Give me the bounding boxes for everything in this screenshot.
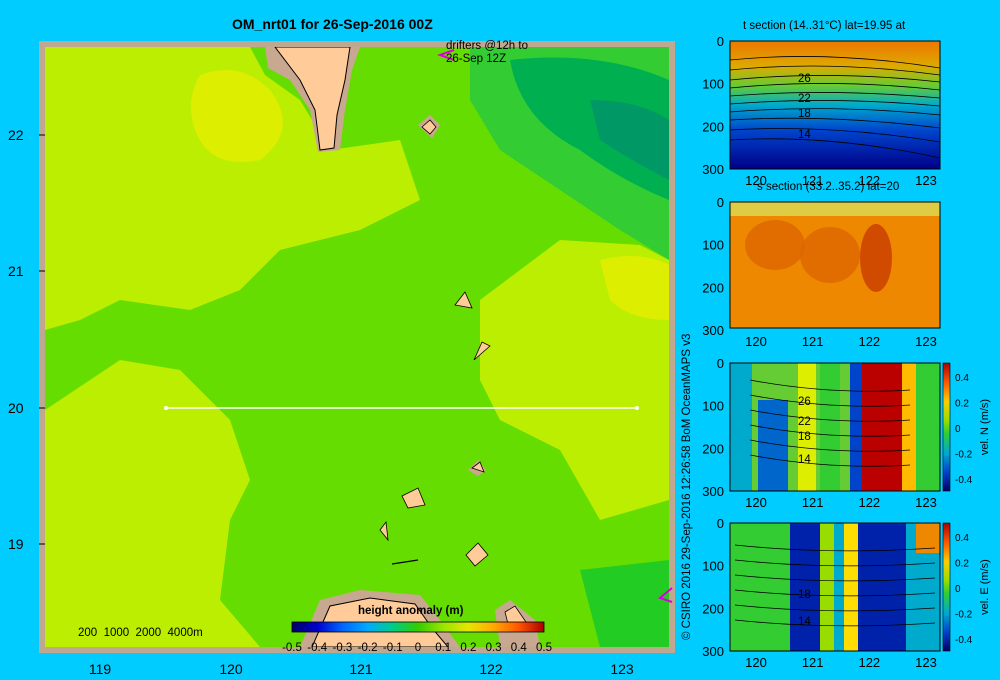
lat-tick-label: 22 (8, 127, 24, 143)
lon-tick-label: 121 (802, 173, 824, 188)
depth-tick-label: 100 (702, 77, 724, 92)
vel-colorbar-tick-label: 0 (955, 424, 961, 435)
depth-tick-label: 0 (717, 195, 724, 210)
contour-label: 18 (798, 431, 811, 443)
t-section-panel: 26 22 18 14 (729, 40, 941, 170)
map-figure: 22 21 20 19 119 120 121 122 123 200 1000… (8, 41, 675, 677)
colorbar-tick-label: -0.4 (307, 642, 327, 654)
lon-tick-label: 122 (858, 655, 880, 670)
lon-tick-label: 120 (745, 173, 767, 188)
depth-legend: 200 1000 2000 4000m (78, 627, 203, 639)
colorbar-tick-label: -0.3 (332, 642, 352, 654)
vel-colorbar-tick-label: 0.4 (955, 533, 969, 544)
vel-n-colorbar (942, 362, 951, 492)
drifters-note: drifters @12h to 26-Sep 12Z (446, 40, 556, 66)
contour-label: 26 (798, 396, 811, 408)
vel-colorbar-tick-label: -0.4 (955, 635, 973, 646)
lon-tick-label: 119 (89, 661, 112, 677)
vel-colorbar-label: vel. N (m/s) (979, 399, 991, 455)
contour-label: 14 (798, 454, 811, 466)
colorbar-tick-label: -0.2 (358, 642, 378, 654)
depth-tick-label: 300 (702, 484, 724, 499)
vel-colorbar-tick-label: -0.2 (955, 450, 973, 461)
lon-axis: 119 120 121 122 123 (89, 661, 634, 677)
drifters-note-line: 26-Sep 12Z (446, 53, 507, 65)
colorbar-tick-label: 0.3 (486, 642, 502, 654)
depth-tick-label: 0 (717, 356, 724, 371)
lon-tick-label: 123 (915, 334, 937, 349)
vel-colorbar-tick-label: -0.4 (955, 475, 973, 486)
vel-n-section-panel: 26 22 18 14 (729, 362, 951, 492)
lon-tick-label: 120 (745, 334, 767, 349)
lon-tick-label: 121 (349, 661, 373, 677)
lon-tick-label: 120 (219, 661, 243, 677)
depth-tick-label: 0 (717, 516, 724, 531)
colorbar-tick-label: -0.5 (282, 642, 302, 654)
lon-tick-label: 123 (915, 495, 937, 510)
vel-colorbar-tick-label: 0 (955, 584, 961, 595)
depth-tick-label: 100 (702, 399, 724, 414)
contour-label: 22 (798, 93, 811, 105)
lat-tick-label: 20 (8, 400, 24, 416)
section-end-marker (635, 406, 639, 410)
lon-tick-label: 121 (802, 495, 824, 510)
lon-tick-label: 122 (858, 173, 880, 188)
contour-label: 18 (798, 108, 811, 120)
depth-tick-label: 200 (702, 119, 724, 134)
lon-tick-label: 123 (915, 173, 937, 188)
sections-figure: 26 22 18 14 26 22 18 14 18 14 0100200300… (702, 34, 991, 670)
section-start-marker (164, 406, 168, 410)
depth-tick-label: 300 (702, 162, 724, 177)
drifters-note-line: drifters @12h to (446, 40, 528, 52)
vel-colorbar-tick-label: 0.2 (955, 399, 969, 410)
colorbar-tick-label: 0.5 (536, 642, 552, 654)
depth-tick-label: 200 (702, 280, 724, 295)
lon-tick-label: 120 (745, 655, 767, 670)
lon-tick-label: 121 (802, 334, 824, 349)
lon-tick-label: 120 (745, 495, 767, 510)
colorbar-label: height anomaly (m) (358, 605, 464, 617)
vel-e-colorbar (942, 522, 951, 652)
depth-tick-label: 300 (702, 644, 724, 659)
contour-label: 18 (798, 589, 811, 601)
lon-tick-label: 123 (915, 655, 937, 670)
vel-colorbar-tick-label: 0.2 (955, 559, 969, 570)
vel-colorbar-tick-label: 0.4 (955, 373, 969, 384)
vel-e-section-panel: 18 14 (729, 522, 951, 652)
lon-tick-label: 122 (858, 495, 880, 510)
depth-tick-label: 300 (702, 323, 724, 338)
lon-tick-label: 123 (610, 661, 634, 677)
contour-label: 26 (798, 73, 811, 85)
depth-tick-label: 100 (702, 559, 724, 574)
vel-colorbar-label: vel. E (m/s) (979, 559, 991, 615)
contour-label: 14 (798, 616, 811, 628)
height-anomaly-field (45, 47, 669, 647)
vel-colorbar-tick-label: -0.2 (955, 610, 973, 621)
depth-tick-label: 100 (702, 238, 724, 253)
colorbar-tick-label: -0.1 (383, 642, 403, 654)
colorbar-tick-label: 0 (415, 642, 421, 654)
depth-tick-label: 0 (717, 34, 724, 49)
depth-tick-label: 200 (702, 441, 724, 456)
lat-tick-label: 19 (8, 536, 24, 552)
lon-tick-label: 122 (479, 661, 503, 677)
lat-tick-label: 21 (8, 263, 24, 279)
s-section-panel (729, 201, 941, 329)
colorbar-tick-label: 0.4 (511, 642, 528, 654)
lon-tick-label: 121 (802, 655, 824, 670)
lon-tick-label: 122 (858, 334, 880, 349)
contour-label: 14 (798, 129, 811, 141)
depth-tick-label: 200 (702, 601, 724, 616)
contour-label: 22 (798, 416, 811, 428)
colorbar-tick-label: 0.1 (435, 642, 451, 654)
colorbar-tick-label: 0.2 (460, 642, 476, 654)
